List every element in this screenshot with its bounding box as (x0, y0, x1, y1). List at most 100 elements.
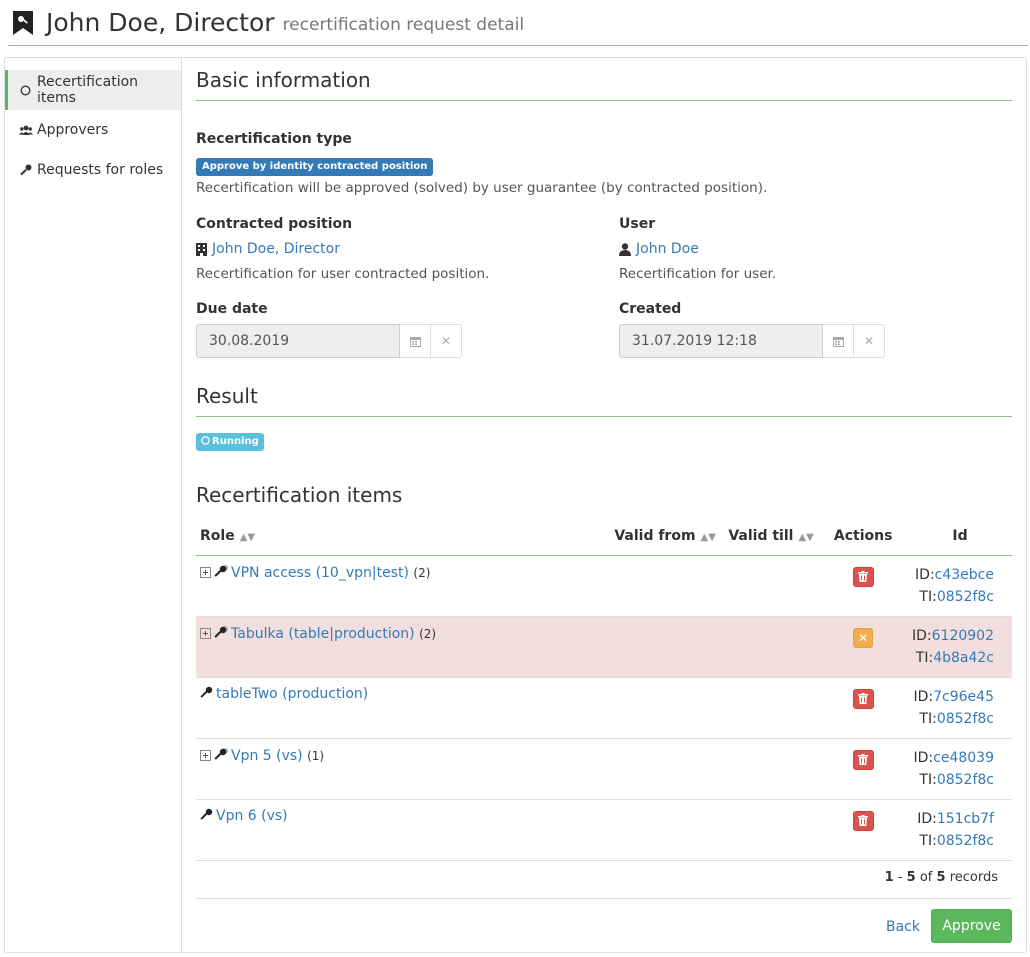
ti-link[interactable]: 0852f8c (937, 711, 994, 727)
role-cell: Vpn 5 (vs) (1) (196, 738, 611, 800)
role-link[interactable]: tableTwo (production) (216, 686, 368, 702)
valid-from-cell (610, 677, 725, 739)
status-badge-text: Running (212, 436, 259, 447)
trash-icon (858, 571, 869, 582)
sidebar-item-label: Requests for roles (37, 162, 164, 178)
contracted-position-link[interactable]: John Doe, Director (212, 241, 340, 257)
calendar-icon[interactable] (823, 324, 854, 358)
sub-role-count: (2) (413, 565, 431, 580)
valid-till-cell (724, 555, 819, 617)
actions-cell (818, 799, 908, 861)
valid-from-cell (610, 555, 725, 617)
recertification-type-label: Recertification type (196, 131, 352, 147)
sidebar-item-requests-for-roles[interactable]: Requests for roles (5, 150, 181, 190)
table-row: tableTwo (production) ID:7c96e45 TI:0852f8… (196, 677, 1012, 739)
column-header-id: Id (907, 518, 1012, 556)
basic-information-title: Basic information (196, 68, 1012, 101)
result-title: Result (196, 384, 1012, 417)
role-stack-icon (214, 564, 229, 579)
sort-icon: ▲▼ (239, 532, 256, 544)
clear-icon[interactable]: ✕ (854, 324, 885, 358)
role-cell: tableTwo (production) (196, 677, 611, 739)
calendar-icon[interactable] (400, 324, 431, 358)
role-link[interactable]: VPN access (10_vpn|test) (231, 565, 409, 581)
user-link[interactable]: John Doe (636, 241, 699, 257)
id-cell: ID:c43ebce TI:0852f8c (907, 555, 1012, 617)
table-row: Vpn 5 (vs) (1) ID:ce48039 TI:0852f8c (196, 738, 1012, 800)
role-link[interactable]: Tabulka (table|production) (231, 626, 415, 642)
id-link[interactable]: 7c96e45 (933, 689, 994, 705)
expand-icon[interactable] (200, 627, 211, 639)
sidebar-item-label: Approvers (37, 122, 109, 138)
valid-till-cell (724, 738, 819, 800)
approve-button[interactable]: Approve (931, 909, 1012, 943)
column-header-role[interactable]: Role ▲▼ (196, 518, 611, 556)
back-button[interactable]: Back (886, 919, 920, 935)
created-label: Created (619, 301, 682, 317)
user-label: User (619, 216, 656, 232)
pagination-summary: 1 - 5 of 5 records (884, 870, 998, 885)
due-date-picker: 30.08.2019 ✕ (196, 324, 462, 358)
circle-icon (19, 85, 33, 96)
recertification-type-badge: Approve by identity contracted position (196, 158, 434, 176)
id-link[interactable]: 6120902 (932, 628, 994, 644)
table-header-row: Role ▲▼ Valid from ▲▼ Valid till ▲▼ Actions… (196, 518, 1012, 556)
sidebar-item-label: Recertification items (36, 74, 139, 106)
user-icon (619, 242, 631, 256)
sidebar-item-approvers[interactable]: Approvers (5, 110, 181, 150)
due-date-input[interactable]: 30.08.2019 (196, 324, 400, 358)
valid-till-cell (724, 799, 819, 861)
role-cell: Vpn 6 (vs) (196, 799, 611, 861)
users-icon (19, 125, 33, 136)
id-link[interactable]: ce48039 (933, 750, 994, 766)
expand-icon[interactable] (200, 566, 211, 578)
table-row: VPN access (10_vpn|test) (2) ID:c43ebce TI… (196, 555, 1012, 617)
column-header-valid-till[interactable]: Valid till ▲▼ (724, 518, 819, 556)
role-link[interactable]: Vpn 5 (vs) (231, 748, 303, 764)
key-icon (19, 164, 33, 176)
sidebar: Recertification items Approvers Requests… (5, 58, 182, 952)
ti-link[interactable]: 0852f8c (937, 589, 994, 605)
detail-panel: Recertification items Approvers Requests… (4, 57, 1027, 953)
sort-icon: ▲▼ (798, 532, 814, 544)
expand-icon[interactable] (200, 749, 211, 761)
id-cell: ID:6120902 TI:4b8a42c (907, 616, 1012, 678)
actions-cell (818, 738, 908, 800)
role-stack-icon (214, 747, 229, 762)
trash-icon (858, 754, 869, 765)
footer-divider (196, 898, 1012, 899)
id-link[interactable]: c43ebce (935, 567, 994, 583)
delete-button[interactable] (852, 749, 874, 770)
ti-link[interactable]: 0852f8c (937, 833, 994, 849)
cancel-button[interactable]: ✕ (853, 627, 874, 648)
close-icon: ✕ (858, 630, 869, 645)
trash-icon (858, 693, 869, 704)
role-link[interactable]: Vpn 6 (vs) (216, 808, 288, 824)
delete-button[interactable] (852, 566, 874, 587)
ti-link[interactable]: 0852f8c (937, 772, 994, 788)
column-header-valid-from[interactable]: Valid from ▲▼ (610, 518, 725, 556)
recertification-items-table: Role ▲▼ Valid from ▲▼ Valid till ▲▼ Actions… (196, 518, 1012, 861)
key-icon (200, 808, 213, 821)
table-row: Vpn 6 (vs) ID:151cb7f TI:0852f8c (196, 799, 1012, 861)
ti-link[interactable]: 4b8a42c (933, 650, 994, 666)
contracted-position-label: Contracted position (196, 216, 353, 232)
clear-icon[interactable]: ✕ (431, 324, 462, 358)
id-cell: ID:151cb7f TI:0852f8c (907, 799, 1012, 861)
bookmark-key-icon (12, 10, 34, 36)
delete-button[interactable] (852, 810, 874, 831)
due-date-label: Due date (196, 301, 268, 317)
trash-icon (858, 815, 869, 826)
page-header: John Doe, Director recertification reque… (8, 0, 1028, 46)
created-date-input[interactable]: 31.07.2019 12:18 (619, 324, 823, 358)
role-cell: VPN access (10_vpn|test) (2) (196, 555, 611, 617)
id-link[interactable]: 151cb7f (937, 811, 994, 827)
recertification-type-help: Recertification will be approved (solved… (196, 180, 768, 196)
delete-button[interactable] (852, 688, 874, 709)
valid-till-cell (724, 677, 819, 739)
sidebar-item-recertification-items[interactable]: Recertification items (5, 70, 181, 110)
contracted-position-help: Recertification for user contracted posi… (196, 266, 490, 282)
column-header-actions: Actions (818, 518, 908, 556)
status-badge: Running (196, 433, 264, 451)
sub-role-count: (2) (419, 626, 437, 641)
